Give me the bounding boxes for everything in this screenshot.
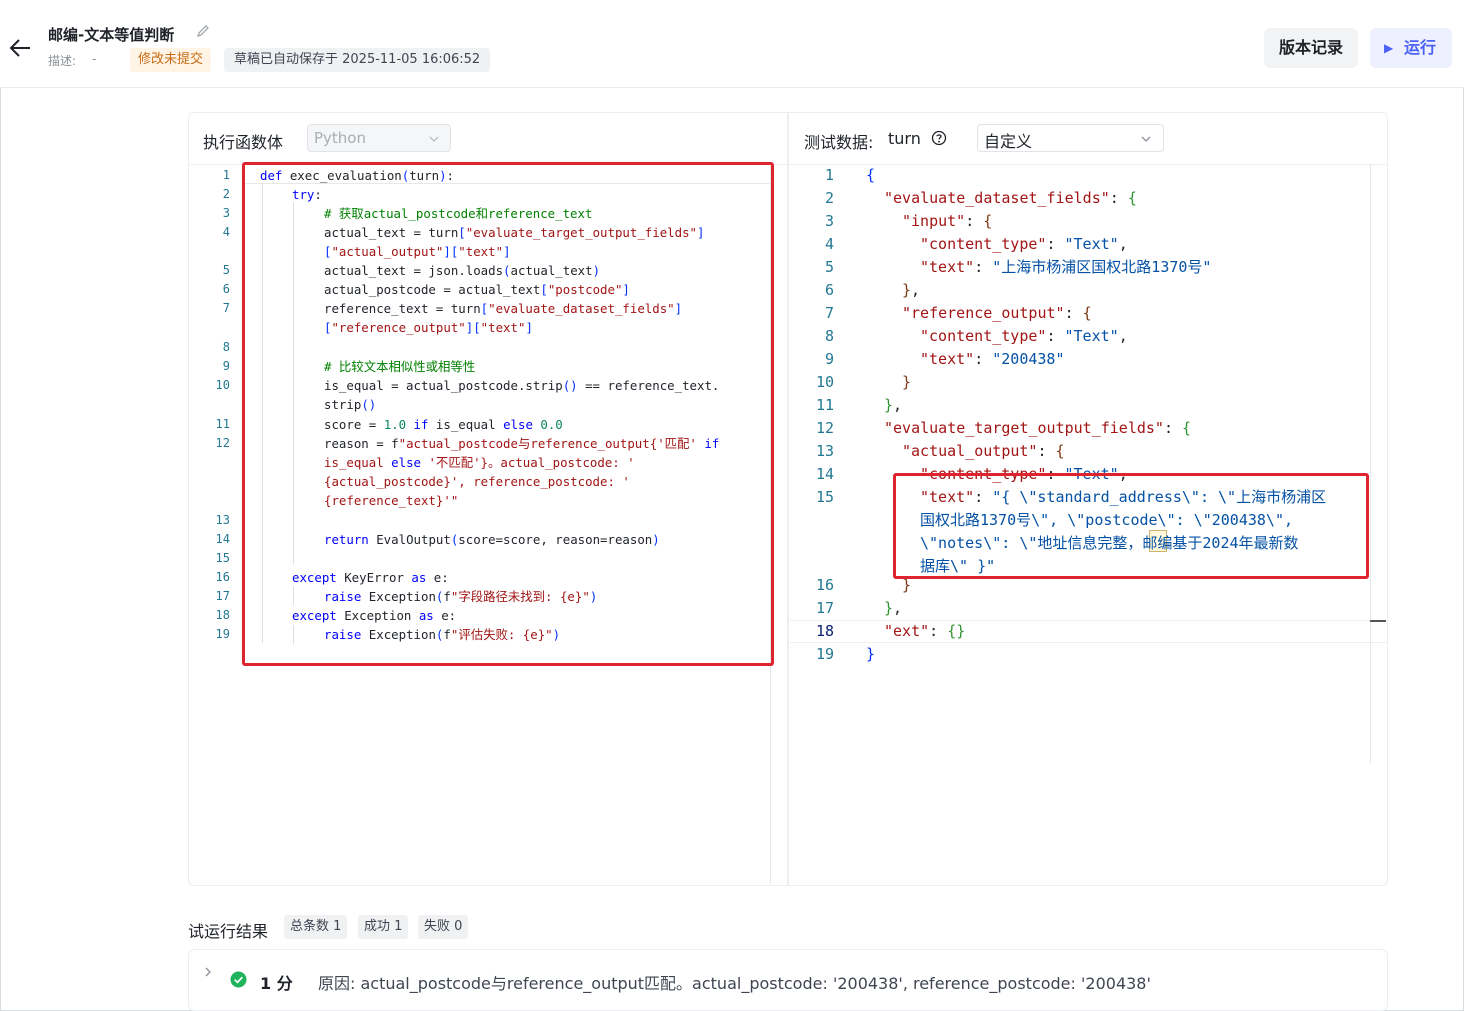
- play-icon: ▶: [1384, 41, 1394, 55]
- line-number: 2: [222, 187, 230, 201]
- chevron-down-icon: [429, 136, 439, 142]
- line-number: 10: [815, 373, 834, 391]
- page-header: 邮编-文本等值判断 描述: - 修改未提交 草稿已自动保存于 2025-11-0…: [0, 0, 1464, 88]
- line-number: 17: [215, 589, 230, 603]
- line-number: 19: [815, 645, 834, 663]
- json-line: "actual_output": {: [902, 442, 1065, 460]
- check-circle-icon: [230, 971, 247, 988]
- json-line: "evaluate_target_output_fields": {: [884, 419, 1192, 437]
- json-line: "evaluate_dataset_fields": {: [884, 189, 1137, 207]
- line-number: 4: [824, 235, 834, 253]
- line-number: 10: [215, 378, 230, 392]
- line-number: 16: [815, 576, 834, 594]
- json-scrollbar[interactable]: [1370, 164, 1371, 764]
- line-number: 18: [215, 608, 230, 622]
- stat-fail-badge: 失败 0: [418, 915, 469, 939]
- json-line: "text": "上海市杨浦区国权北路1370号": [920, 258, 1212, 276]
- line-number: 12: [215, 436, 230, 450]
- run-result-title: 试运行结果: [188, 922, 269, 941]
- line-number: 14: [815, 465, 834, 483]
- line-number: 8: [824, 327, 834, 345]
- line-number: 5: [222, 263, 230, 277]
- json-line: "content_type": "Text",: [920, 235, 1128, 253]
- chevron-down-icon: [1141, 136, 1151, 142]
- json-line: }: [902, 373, 912, 391]
- question-circle-icon[interactable]: [931, 130, 947, 146]
- line-number: 11: [815, 396, 834, 414]
- run-button-label: 运行: [1404, 38, 1437, 57]
- description-value: -: [92, 52, 97, 66]
- line-number: 7: [222, 301, 230, 315]
- line-number: 13: [215, 513, 230, 527]
- language-select[interactable]: Python: [307, 124, 451, 152]
- function-body-label: 执行函数体: [203, 133, 284, 152]
- stat-success-badge: 成功 1: [358, 915, 409, 939]
- line-number: 7: [824, 304, 834, 322]
- line-number: 16: [215, 570, 230, 584]
- autosave-badge: 草稿已自动保存于 2025-11-05 16:06:52: [224, 48, 491, 72]
- line-number: 3: [222, 206, 230, 220]
- line-number: 15: [215, 551, 230, 565]
- line-number: 14: [215, 532, 230, 546]
- json-line: },: [884, 599, 903, 617]
- json-line: }: [866, 645, 876, 663]
- json-line: "reference_output": {: [902, 304, 1092, 322]
- line-number: 1: [824, 166, 834, 184]
- page-title: 邮编-文本等值判断: [48, 26, 175, 44]
- line-number: 9: [222, 359, 230, 373]
- line-number: 13: [815, 442, 834, 460]
- chevron-right-icon[interactable]: [202, 966, 214, 978]
- description-label: 描述:: [48, 54, 77, 68]
- code-highlight-box: [242, 162, 774, 666]
- result-reason: 原因: actual_postcode与reference_output匹配。a…: [318, 974, 1151, 993]
- data-source-select[interactable]: 自定义: [977, 124, 1164, 152]
- scrollbar-cursor-marker: [1370, 620, 1386, 622]
- line-number: 11: [215, 417, 230, 431]
- line-number: 12: [815, 419, 834, 437]
- line-number: 2: [824, 189, 834, 207]
- line-number: 19: [215, 627, 230, 641]
- version-history-button[interactable]: 版本记录: [1264, 28, 1358, 68]
- pencil-icon[interactable]: [196, 24, 210, 38]
- test-data-label: 测试数据:: [804, 133, 874, 152]
- line-number-active: 18: [815, 622, 834, 640]
- line-number: 3: [824, 212, 834, 230]
- json-line: "text": "200438": [920, 350, 1065, 368]
- line-number: 9: [824, 350, 834, 368]
- json-line: },: [884, 396, 903, 414]
- line-number: 6: [222, 282, 230, 296]
- line-number: 4: [222, 225, 230, 239]
- line-number: 8: [222, 340, 230, 354]
- line-number: 15: [815, 488, 834, 506]
- language-select-value: Python: [314, 129, 366, 147]
- line-number: 6: [824, 281, 834, 299]
- active-line-highlight: [790, 620, 1387, 643]
- panel-divider[interactable]: [787, 112, 789, 886]
- line-number: 5: [824, 258, 834, 276]
- data-source-value: 自定义: [984, 132, 1033, 151]
- unsubmitted-badge: 修改未提交: [130, 48, 212, 72]
- json-highlight-box: [893, 473, 1369, 579]
- line-number: 1: [222, 168, 230, 182]
- json-line: "input": {: [902, 212, 993, 230]
- line-number: 17: [815, 599, 834, 617]
- test-data-variable: turn: [888, 129, 921, 148]
- run-button[interactable]: ▶ 运行: [1370, 28, 1452, 68]
- json-line: "ext": {}: [884, 622, 966, 640]
- json-line: },: [902, 281, 921, 299]
- json-line: {: [866, 166, 876, 184]
- json-line: "content_type": "Text",: [920, 327, 1128, 345]
- stat-total-badge: 总条数 1: [284, 915, 348, 939]
- result-score: 1 分: [260, 974, 293, 993]
- arrow-left-icon[interactable]: [8, 36, 32, 60]
